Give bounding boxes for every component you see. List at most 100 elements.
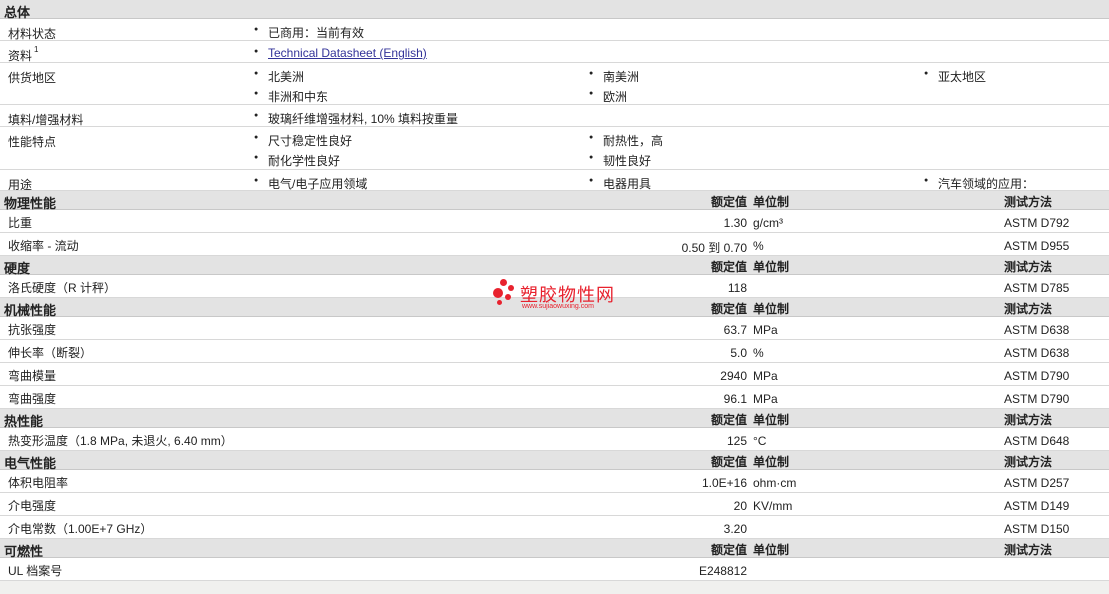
test-method: ASTM D149 bbox=[1004, 499, 1070, 513]
property-unit: MPa bbox=[753, 392, 778, 406]
column-header-unit: 单位制 bbox=[753, 413, 790, 427]
section-header: 电气性能 额定值 单位制 测试方法 bbox=[0, 451, 1109, 471]
section-header: 热性能 额定值 单位制 测试方法 bbox=[0, 409, 1109, 429]
column-header-unit: 单位制 bbox=[753, 455, 790, 469]
column-header-value: 额定值 bbox=[710, 413, 747, 427]
test-method: ASTM D790 bbox=[1004, 369, 1070, 383]
column-header-unit: 单位制 bbox=[753, 260, 790, 274]
property-row: 弯曲强度 96.1 MPa ASTM D790 bbox=[0, 386, 1109, 409]
filler-value: 玻璃纤维增强材料, 10% 填料按重量 bbox=[254, 110, 458, 127]
column-header-value: 额定值 bbox=[710, 302, 747, 316]
property-name: 伸长率（断裂） bbox=[8, 346, 93, 360]
property-name: 洛氏硬度（R 计秤） bbox=[8, 281, 117, 295]
property-value: 1.30 bbox=[723, 216, 747, 230]
property-value: E248812 bbox=[698, 564, 747, 578]
use-item: 电器用具 bbox=[589, 175, 651, 192]
property-row: 收缩率 - 流动 0.50 到 0.70% ASTM D955 bbox=[0, 233, 1109, 256]
property-unit: % bbox=[753, 346, 764, 360]
property-name: 体积电阻率 bbox=[8, 476, 69, 490]
section-header: 硬度 额定值 单位制 测试方法 bbox=[0, 256, 1109, 276]
region-item: 非洲和中东 bbox=[254, 88, 328, 105]
property-name: 弯曲模量 bbox=[8, 369, 57, 383]
datasheet-link[interactable]: Technical Datasheet (English) bbox=[254, 46, 427, 60]
column-header-test: 测试方法 bbox=[1004, 455, 1053, 469]
property-unit: MPa bbox=[753, 323, 778, 337]
row-label: 供货地区 bbox=[8, 71, 57, 85]
property-value: 96.1 bbox=[723, 392, 747, 406]
column-header-unit: 单位制 bbox=[753, 543, 790, 557]
row-label: 材料状态 bbox=[8, 27, 57, 41]
column-header-value: 额定值 bbox=[710, 543, 747, 557]
property-unit: ohm·cm bbox=[753, 476, 797, 490]
property-unit: g/cm³ bbox=[753, 216, 783, 230]
column-header-unit: 单位制 bbox=[753, 195, 790, 209]
property-unit: MPa bbox=[753, 369, 778, 383]
test-method: ASTM D638 bbox=[1004, 346, 1070, 360]
status-row: 材料状态 已商用：当前有效 bbox=[0, 19, 1109, 41]
property-row: 介电常数（1.00E+7 GHz） 3.20 ASTM D150 bbox=[0, 516, 1109, 539]
property-row: 抗张强度 63.7 MPa ASTM D638 bbox=[0, 317, 1109, 340]
column-header-test: 测试方法 bbox=[1004, 302, 1053, 316]
property-value: 125 bbox=[726, 434, 747, 448]
property-row: 弯曲模量 2940 MPa ASTM D790 bbox=[0, 363, 1109, 386]
property-value: 0.50 到 0.70 bbox=[681, 241, 747, 255]
property-name: 热变形温度（1.8 MPa, 未退火, 6.40 mm） bbox=[8, 434, 233, 448]
test-method: ASTM D790 bbox=[1004, 392, 1070, 406]
column-header-unit: 单位制 bbox=[753, 302, 790, 316]
docs-row: 资料1 Technical Datasheet (English) bbox=[0, 41, 1109, 63]
property-name: UL 档案号 bbox=[8, 564, 63, 578]
region-item: 亚太地区 bbox=[924, 68, 986, 85]
logo-dots-icon bbox=[492, 279, 516, 307]
row-label: 填料/增强材料 bbox=[8, 113, 84, 127]
property-name: 介电强度 bbox=[8, 499, 57, 513]
property-row: UL 档案号 E248812 bbox=[0, 558, 1109, 581]
uses-row: 用途 电气/电子应用领域 电器用具 汽车领域的应用： bbox=[0, 170, 1109, 192]
row-label: 资料 1 bbox=[8, 45, 39, 63]
property-value: 63.7 bbox=[723, 323, 747, 337]
column-header-value: 额定值 bbox=[710, 195, 747, 209]
property-unit: % bbox=[753, 239, 764, 253]
column-header-test: 测试方法 bbox=[1004, 413, 1053, 427]
feature-item: 耐化学性良好 bbox=[254, 152, 340, 169]
property-name: 收缩率 - 流动 bbox=[8, 239, 79, 253]
property-value: 20 bbox=[733, 499, 747, 513]
property-name: 介电常数（1.00E+7 GHz） bbox=[8, 522, 153, 536]
test-method: ASTM D785 bbox=[1004, 281, 1070, 295]
features-row: 性能特点 尺寸稳定性良好 耐热性，高 耐化学性良好 韧性良好 bbox=[0, 127, 1109, 170]
column-header-test: 测试方法 bbox=[1004, 195, 1053, 209]
use-item: 汽车领域的应用： bbox=[924, 175, 1034, 192]
test-method: ASTM D955 bbox=[1004, 239, 1070, 253]
property-name: 弯曲强度 bbox=[8, 392, 57, 406]
feature-item: 耐热性，高 bbox=[589, 132, 663, 149]
property-value: 2940 bbox=[720, 369, 747, 383]
section-header: 可燃性 额定值 单位制 测试方法 bbox=[0, 539, 1109, 559]
property-sections: 物理性能 额定值 单位制 测试方法 比重 1.30 g/cm³ ASTM D792 收缩率 - … bbox=[0, 191, 1109, 581]
feature-item: 韧性良好 bbox=[589, 152, 651, 169]
column-header-test: 测试方法 bbox=[1004, 543, 1053, 557]
regions-row: 供货地区 北美洲 南美洲 亚太地区 非洲和中东 欧洲 bbox=[0, 63, 1109, 105]
test-method: ASTM D648 bbox=[1004, 434, 1070, 448]
property-row: 介电强度 20 KV/mm ASTM D149 bbox=[0, 493, 1109, 516]
test-method: ASTM D150 bbox=[1004, 522, 1070, 536]
column-header-value: 额定值 bbox=[710, 455, 747, 469]
property-row: 体积电阻率 1.0E+16 ohm·cm ASTM D257 bbox=[0, 470, 1109, 493]
test-method: ASTM D792 bbox=[1004, 216, 1070, 230]
row-label: 性能特点 bbox=[8, 135, 57, 149]
feature-item: 尺寸稳定性良好 bbox=[254, 132, 352, 149]
watermark-url: www.sujiaowuxing.com bbox=[522, 303, 594, 310]
property-name: 抗张强度 bbox=[8, 323, 57, 337]
test-method: ASTM D257 bbox=[1004, 476, 1070, 490]
property-row: 热变形温度（1.8 MPa, 未退火, 6.40 mm） 125 °C ASTM D6… bbox=[0, 428, 1109, 451]
property-row: 伸长率（断裂） 5.0% ASTM D638 bbox=[0, 340, 1109, 363]
test-method: ASTM D638 bbox=[1004, 323, 1070, 337]
property-name: 比重 bbox=[8, 216, 33, 230]
column-header-test: 测试方法 bbox=[1004, 260, 1053, 274]
section-header-general: 总体 bbox=[0, 0, 1109, 20]
section-header: 物理性能 额定值 单位制 测试方法 bbox=[0, 191, 1109, 211]
property-unit: KV/mm bbox=[753, 499, 793, 513]
column-header-value: 额定值 bbox=[710, 260, 747, 274]
region-item: 南美洲 bbox=[589, 68, 639, 85]
property-value: 5.0 bbox=[730, 346, 747, 360]
region-item: 北美洲 bbox=[254, 68, 304, 85]
status-value: 已商用：当前有效 bbox=[254, 24, 364, 41]
